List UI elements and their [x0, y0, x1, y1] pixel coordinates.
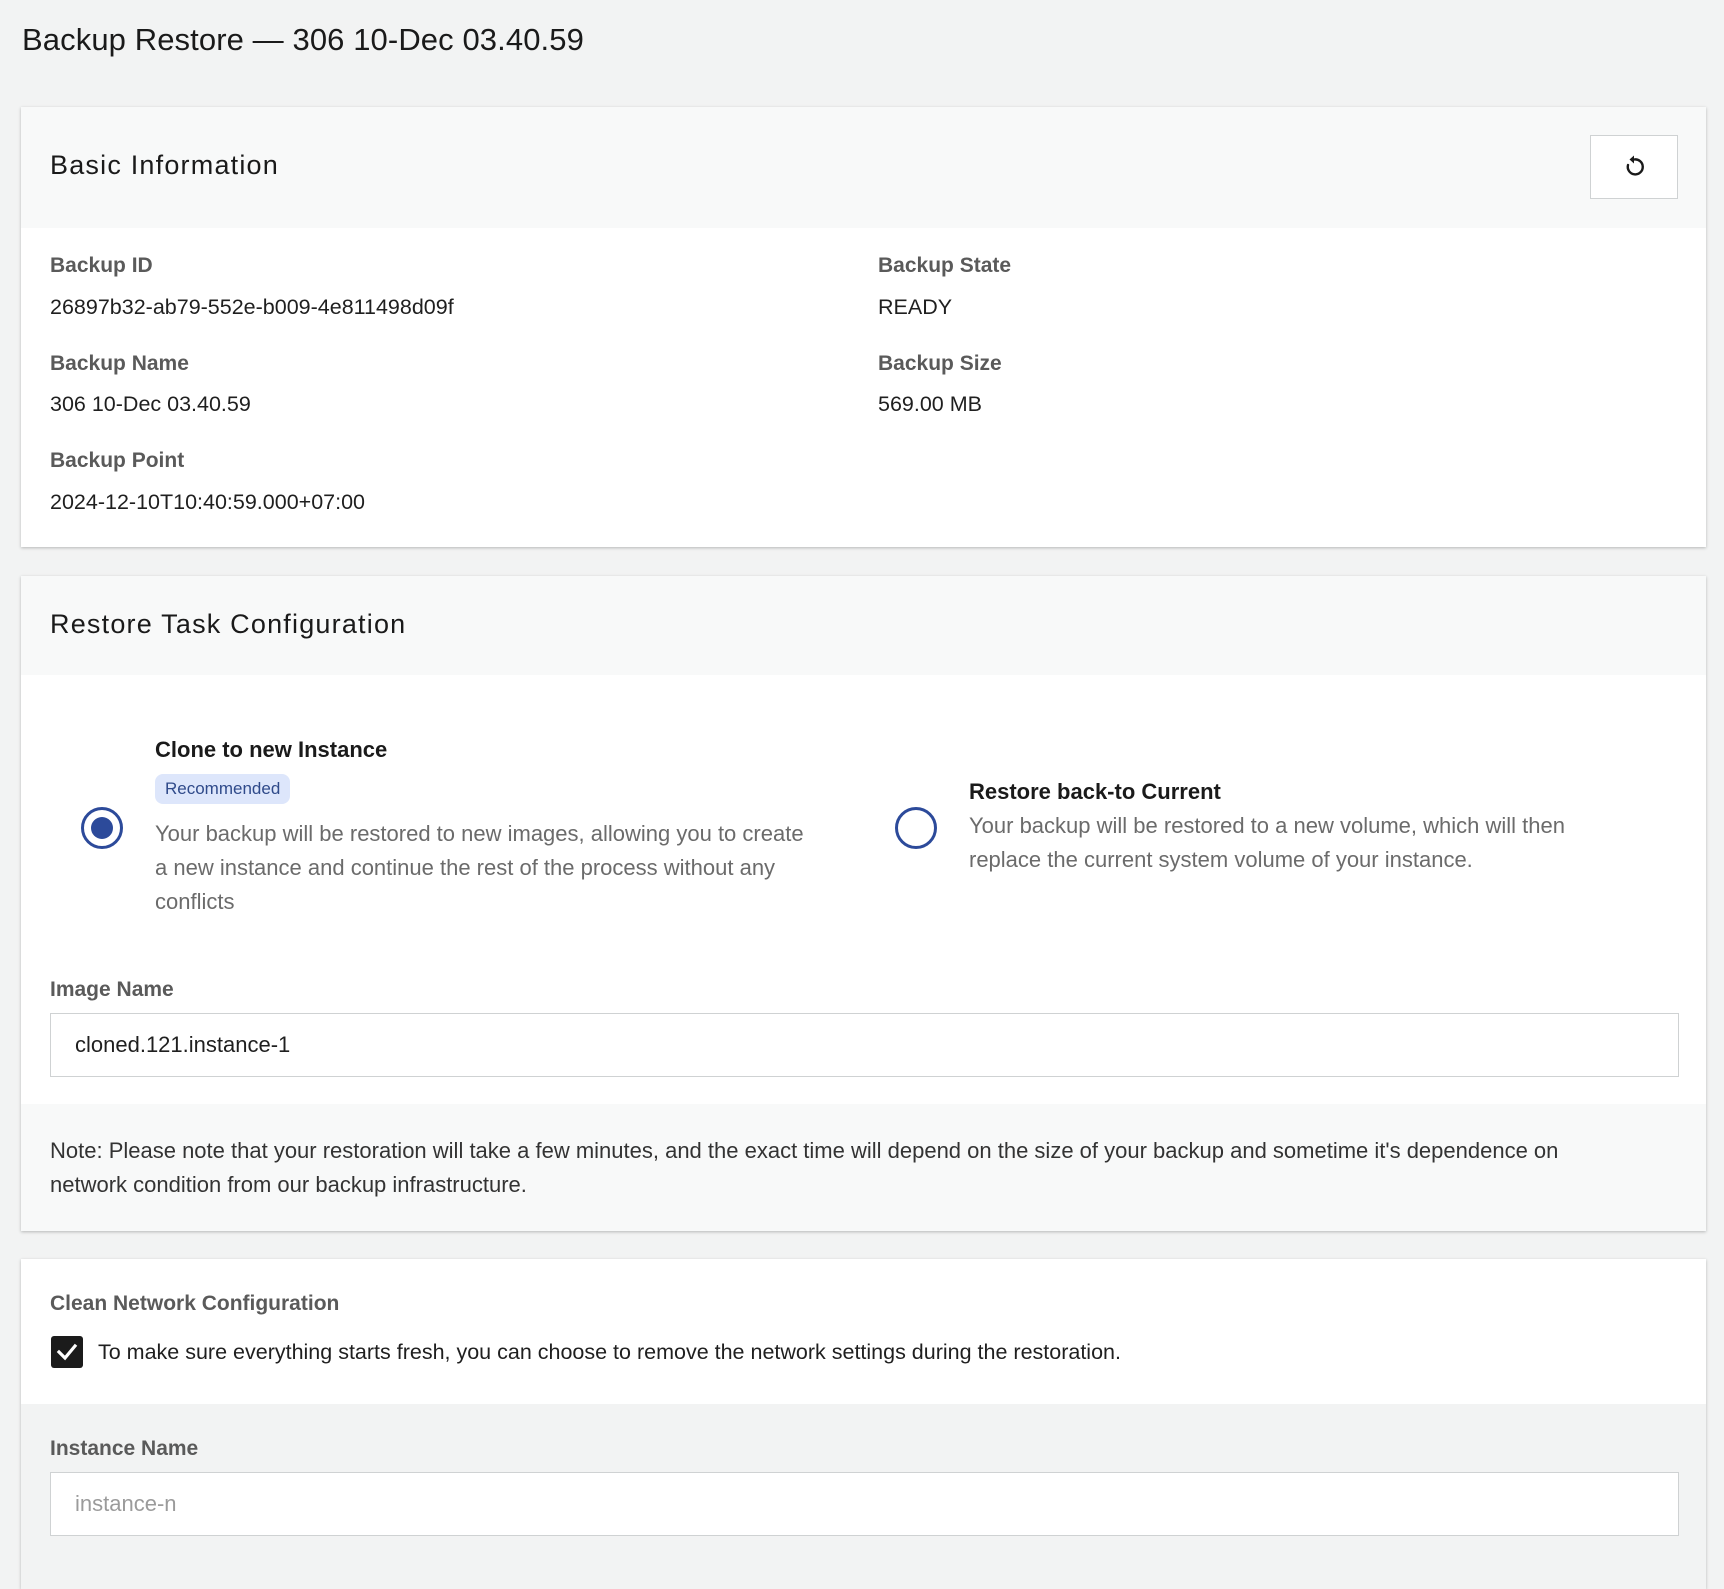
backup-state-label: Backup State: [878, 254, 1012, 277]
restoration-note: Note: Please note that your restoration …: [21, 1104, 1706, 1231]
clean-network-checkbox[interactable]: [51, 1336, 83, 1368]
clean-network-label: Clean Network Configuration: [50, 1292, 340, 1315]
note-line: Note: Please note that your restoration …: [50, 1138, 1559, 1163]
clone-desc-line: Your backup will be restored to new imag…: [155, 821, 804, 846]
backup-size-label: Backup Size: [878, 352, 1002, 375]
instance-name-section: Instance Name: [21, 1404, 1706, 1589]
backup-id-label: Backup ID: [50, 254, 153, 277]
backup-name-label: Backup Name: [50, 352, 189, 375]
image-name-label: Image Name: [50, 978, 174, 1001]
recommended-badge: Recommended: [155, 774, 291, 804]
page-title: Backup Restore — 306 10-Dec 03.40.59: [22, 22, 584, 57]
clean-network-text[interactable]: To make sure everything starts fresh, yo…: [98, 1340, 1121, 1365]
restore-current-radio[interactable]: [895, 807, 937, 849]
backup-name-value: 306 10-Dec 03.40.59: [50, 392, 251, 416]
restore-current-option-title[interactable]: Restore back-to Current: [969, 779, 1221, 805]
backup-point-label: Backup Point: [50, 449, 185, 472]
restore-config-title: Restore Task Configuration: [50, 609, 407, 639]
basic-information-title: Basic Information: [50, 150, 279, 180]
clone-desc-line: a new instance and continue the rest of …: [155, 855, 776, 880]
clone-radio[interactable]: [81, 807, 123, 849]
clone-option-description: Your backup will be restored to new imag…: [155, 817, 804, 919]
restore-current-desc-line: Your backup will be restored to a new vo…: [969, 813, 1565, 838]
backup-point-value: 2024-12-10T10:40:59.000+07:00: [50, 490, 366, 514]
network-instance-card: Clean Network Configuration To make sure…: [21, 1259, 1706, 1589]
basic-information-header: Basic Information: [21, 107, 1706, 228]
backup-state-value: READY: [878, 295, 953, 319]
restore-current-desc-line: replace the current system volume of you…: [969, 847, 1473, 872]
instance-name-label: Instance Name: [50, 1437, 199, 1460]
refresh-button[interactable]: [1590, 135, 1678, 199]
backup-size-value: 569.00 MB: [878, 392, 982, 416]
clone-option-title[interactable]: Clone to new Instance: [155, 737, 387, 763]
clone-desc-line: conflicts: [155, 889, 235, 914]
image-name-input[interactable]: [50, 1013, 1679, 1077]
basic-information-card: Basic Information Backup ID 26897b32-ab7…: [21, 107, 1706, 547]
instance-name-input[interactable]: [50, 1472, 1679, 1536]
refresh-icon: [1626, 155, 1644, 176]
backup-id-value: 26897b32-ab79-552e-b009-4e811498d09f: [50, 295, 454, 319]
note-line: network condition from our backup infras…: [50, 1172, 527, 1197]
restore-current-option-description: Your backup will be restored to a new vo…: [969, 809, 1565, 877]
restore-config-header: Restore Task Configuration: [21, 576, 1706, 675]
checkmark-icon: [56, 1343, 78, 1361]
restore-config-card: Restore Task Configuration Clone to new …: [21, 576, 1706, 1231]
